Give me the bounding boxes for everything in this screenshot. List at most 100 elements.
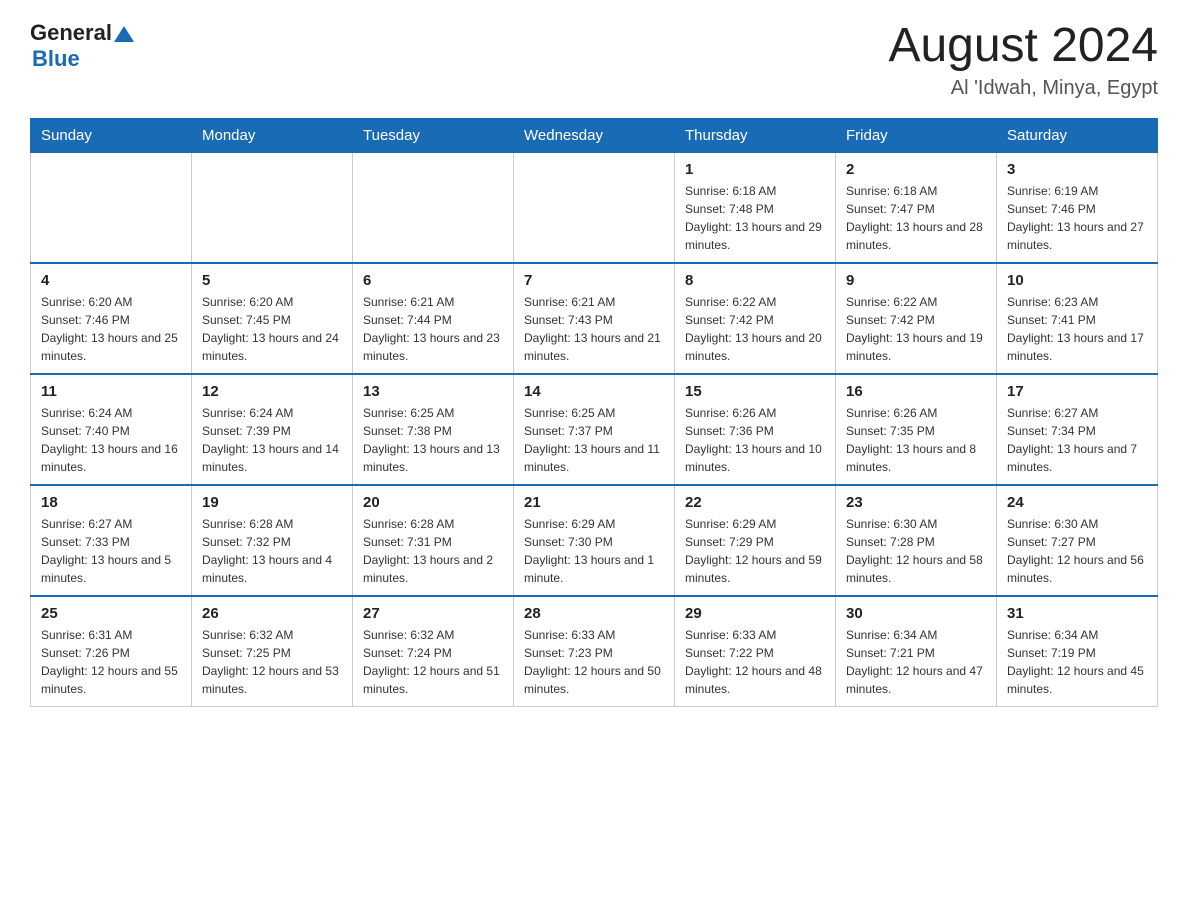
header-friday: Friday: [836, 118, 997, 152]
day-number: 13: [363, 383, 503, 400]
week-row-5: 25 Sunrise: 6:31 AMSunset: 7:26 PMDayligh…: [31, 596, 1158, 707]
logo-triangle-up: [114, 26, 134, 42]
day-number: 29: [685, 605, 825, 622]
day-info: Sunrise: 6:18 AMSunset: 7:47 PMDaylight:…: [846, 182, 986, 254]
day-info: Sunrise: 6:28 AMSunset: 7:31 PMDaylight:…: [363, 515, 503, 587]
calendar-table: SundayMondayTuesdayWednesdayThursdayFrid…: [30, 118, 1158, 707]
day-info: Sunrise: 6:32 AMSunset: 7:24 PMDaylight:…: [363, 626, 503, 698]
day-info: Sunrise: 6:27 AMSunset: 7:33 PMDaylight:…: [41, 515, 181, 587]
week-row-3: 11 Sunrise: 6:24 AMSunset: 7:40 PMDayligh…: [31, 374, 1158, 485]
day-cell: 11 Sunrise: 6:24 AMSunset: 7:40 PMDayligh…: [31, 374, 192, 485]
header-wednesday: Wednesday: [514, 118, 675, 152]
page-subtitle: Al 'Idwah, Minya, Egypt: [888, 77, 1158, 100]
day-info: Sunrise: 6:29 AMSunset: 7:30 PMDaylight:…: [524, 515, 664, 587]
day-info: Sunrise: 6:34 AMSunset: 7:19 PMDaylight:…: [1007, 626, 1147, 698]
day-number: 25: [41, 605, 181, 622]
day-number: 2: [846, 161, 986, 178]
day-cell: 1 Sunrise: 6:18 AMSunset: 7:48 PMDaylight…: [675, 152, 836, 263]
header-sunday: Sunday: [31, 118, 192, 152]
day-info: Sunrise: 6:28 AMSunset: 7:32 PMDaylight:…: [202, 515, 342, 587]
day-number: 27: [363, 605, 503, 622]
day-info: Sunrise: 6:27 AMSunset: 7:34 PMDaylight:…: [1007, 404, 1147, 476]
day-info: Sunrise: 6:33 AMSunset: 7:23 PMDaylight:…: [524, 626, 664, 698]
day-number: 6: [363, 272, 503, 289]
day-info: Sunrise: 6:26 AMSunset: 7:36 PMDaylight:…: [685, 404, 825, 476]
day-number: 4: [41, 272, 181, 289]
day-info: Sunrise: 6:21 AMSunset: 7:43 PMDaylight:…: [524, 293, 664, 365]
day-cell: 13Sunrise: 6:25 AMSunset: 7:38 PMDayligh…: [353, 374, 514, 485]
day-info: Sunrise: 6:24 AMSunset: 7:39 PMDaylight:…: [202, 404, 342, 476]
day-number: 3: [1007, 161, 1147, 178]
day-info: Sunrise: 6:19 AMSunset: 7:46 PMDaylight:…: [1007, 182, 1147, 254]
calendar-body: 1 Sunrise: 6:18 AMSunset: 7:48 PMDaylight…: [31, 152, 1158, 706]
day-number: 19: [202, 494, 342, 511]
day-cell: [514, 152, 675, 263]
day-info: Sunrise: 6:30 AMSunset: 7:27 PMDaylight:…: [1007, 515, 1147, 587]
day-cell: 18 Sunrise: 6:27 AMSunset: 7:33 PMDayligh…: [31, 485, 192, 596]
day-number: 18: [41, 494, 181, 511]
day-cell: 30 Sunrise: 6:34 AMSunset: 7:21 PMDayligh…: [836, 596, 997, 707]
day-info: Sunrise: 6:31 AMSunset: 7:26 PMDaylight:…: [41, 626, 181, 698]
logo-blue: Blue: [32, 46, 134, 72]
day-info: Sunrise: 6:24 AMSunset: 7:40 PMDaylight:…: [41, 404, 181, 476]
day-cell: 10Sunrise: 6:23 AMSunset: 7:41 PMDayligh…: [997, 263, 1158, 374]
day-cell: 4Sunrise: 6:20 AMSunset: 7:46 PMDaylight…: [31, 263, 192, 374]
title-area: August 2024 Al 'Idwah, Minya, Egypt: [888, 20, 1158, 100]
day-cell: 24 Sunrise: 6:30 AMSunset: 7:27 PMDayligh…: [997, 485, 1158, 596]
day-cell: [31, 152, 192, 263]
day-number: 14: [524, 383, 664, 400]
day-number: 20: [363, 494, 503, 511]
day-cell: [192, 152, 353, 263]
header: General Blue August 2024 Al 'Idwah, Miny…: [30, 20, 1158, 100]
header-row: SundayMondayTuesdayWednesdayThursdayFrid…: [31, 118, 1158, 152]
day-cell: 29 Sunrise: 6:33 AMSunset: 7:22 PMDayligh…: [675, 596, 836, 707]
day-info: Sunrise: 6:20 AMSunset: 7:45 PMDaylight:…: [202, 293, 342, 365]
day-info: Sunrise: 6:33 AMSunset: 7:22 PMDaylight:…: [685, 626, 825, 698]
day-cell: 26Sunrise: 6:32 AMSunset: 7:25 PMDayligh…: [192, 596, 353, 707]
day-cell: 17Sunrise: 6:27 AMSunset: 7:34 PMDayligh…: [997, 374, 1158, 485]
day-cell: 14 Sunrise: 6:25 AMSunset: 7:37 PMDayligh…: [514, 374, 675, 485]
header-saturday: Saturday: [997, 118, 1158, 152]
day-info: Sunrise: 6:32 AMSunset: 7:25 PMDaylight:…: [202, 626, 342, 698]
day-number: 15: [685, 383, 825, 400]
logo: General Blue: [30, 20, 134, 72]
day-cell: 7Sunrise: 6:21 AMSunset: 7:43 PMDaylight…: [514, 263, 675, 374]
day-cell: 23Sunrise: 6:30 AMSunset: 7:28 PMDayligh…: [836, 485, 997, 596]
header-monday: Monday: [192, 118, 353, 152]
day-number: 1: [685, 161, 825, 178]
day-number: 9: [846, 272, 986, 289]
day-cell: 8Sunrise: 6:22 AMSunset: 7:42 PMDaylight…: [675, 263, 836, 374]
day-number: 24: [1007, 494, 1147, 511]
week-row-1: 1 Sunrise: 6:18 AMSunset: 7:48 PMDaylight…: [31, 152, 1158, 263]
day-number: 16: [846, 383, 986, 400]
day-cell: 16Sunrise: 6:26 AMSunset: 7:35 PMDayligh…: [836, 374, 997, 485]
logo-general: General: [30, 20, 112, 46]
header-tuesday: Tuesday: [353, 118, 514, 152]
day-info: Sunrise: 6:23 AMSunset: 7:41 PMDaylight:…: [1007, 293, 1147, 365]
day-info: Sunrise: 6:34 AMSunset: 7:21 PMDaylight:…: [846, 626, 986, 698]
day-cell: 25 Sunrise: 6:31 AMSunset: 7:26 PMDayligh…: [31, 596, 192, 707]
header-thursday: Thursday: [675, 118, 836, 152]
day-number: 11: [41, 383, 181, 400]
day-cell: 31Sunrise: 6:34 AMSunset: 7:19 PMDayligh…: [997, 596, 1158, 707]
day-info: Sunrise: 6:25 AMSunset: 7:37 PMDaylight:…: [524, 404, 664, 476]
day-cell: 12 Sunrise: 6:24 AMSunset: 7:39 PMDayligh…: [192, 374, 353, 485]
day-number: 5: [202, 272, 342, 289]
day-cell: [353, 152, 514, 263]
day-info: Sunrise: 6:18 AMSunset: 7:48 PMDaylight:…: [685, 182, 825, 254]
day-info: Sunrise: 6:21 AMSunset: 7:44 PMDaylight:…: [363, 293, 503, 365]
day-cell: 19 Sunrise: 6:28 AMSunset: 7:32 PMDayligh…: [192, 485, 353, 596]
day-info: Sunrise: 6:29 AMSunset: 7:29 PMDaylight:…: [685, 515, 825, 587]
day-cell: 5 Sunrise: 6:20 AMSunset: 7:45 PMDaylight…: [192, 263, 353, 374]
day-cell: 28Sunrise: 6:33 AMSunset: 7:23 PMDayligh…: [514, 596, 675, 707]
calendar-header: SundayMondayTuesdayWednesdayThursdayFrid…: [31, 118, 1158, 152]
day-cell: 27 Sunrise: 6:32 AMSunset: 7:24 PMDayligh…: [353, 596, 514, 707]
week-row-2: 4Sunrise: 6:20 AMSunset: 7:46 PMDaylight…: [31, 263, 1158, 374]
day-cell: 9 Sunrise: 6:22 AMSunset: 7:42 PMDaylight…: [836, 263, 997, 374]
day-number: 30: [846, 605, 986, 622]
day-cell: 15 Sunrise: 6:26 AMSunset: 7:36 PMDayligh…: [675, 374, 836, 485]
day-cell: 6 Sunrise: 6:21 AMSunset: 7:44 PMDaylight…: [353, 263, 514, 374]
day-number: 12: [202, 383, 342, 400]
day-info: Sunrise: 6:22 AMSunset: 7:42 PMDaylight:…: [846, 293, 986, 365]
day-number: 22: [685, 494, 825, 511]
